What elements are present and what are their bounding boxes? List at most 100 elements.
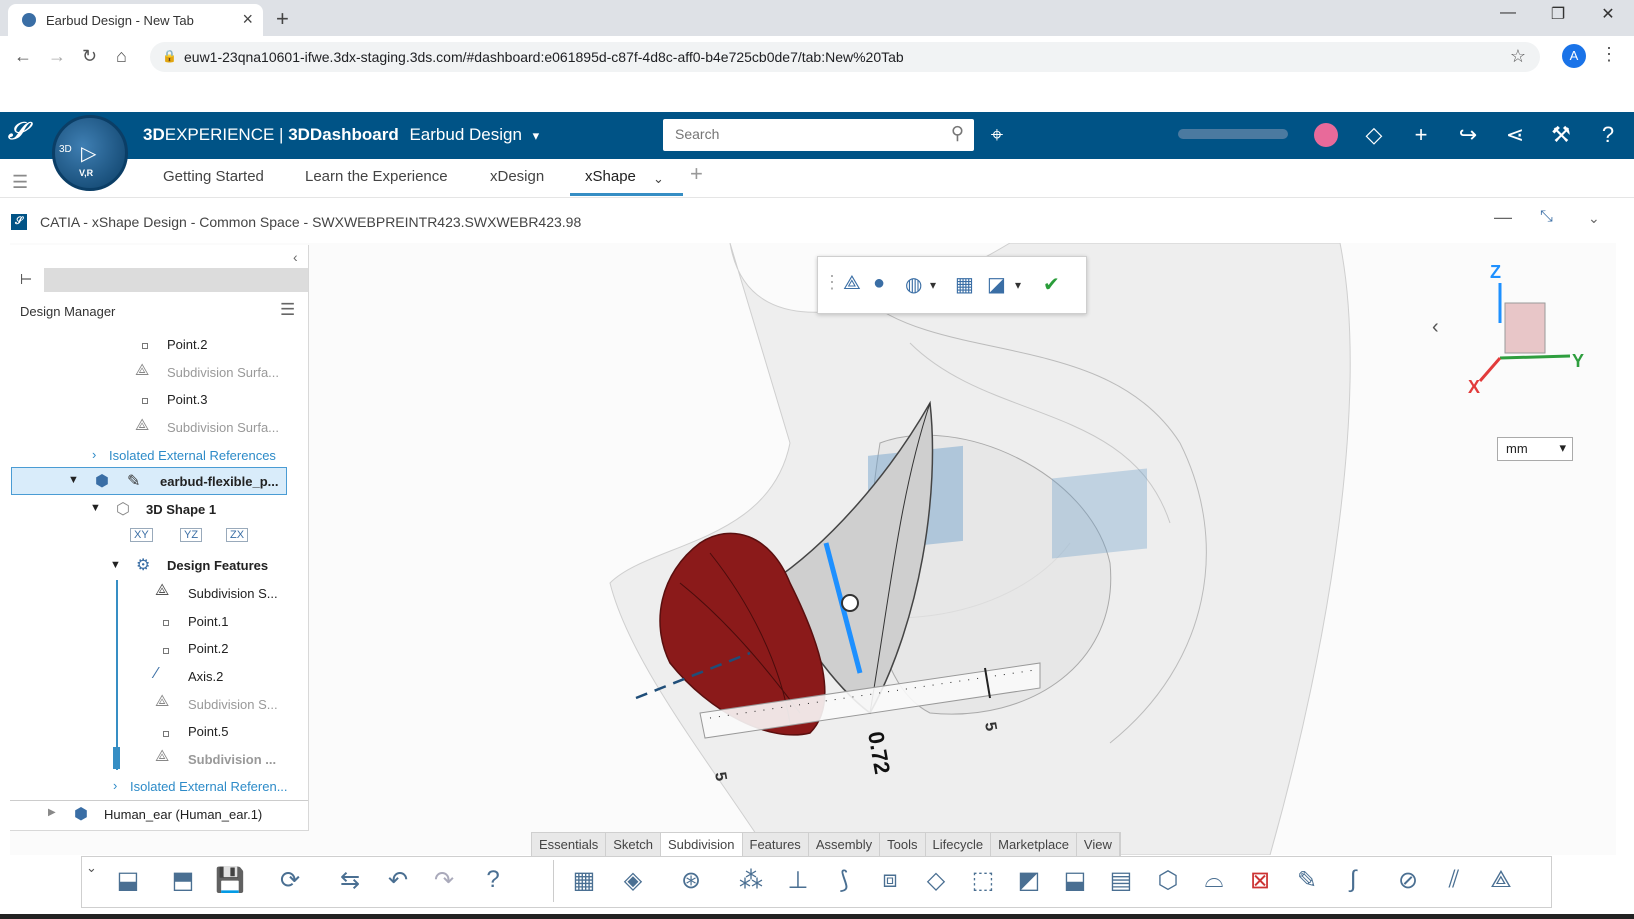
- tree-node-point-2[interactable]: Point.2: [167, 337, 207, 352]
- search-icon[interactable]: ⚲: [951, 123, 964, 144]
- sphere-icon[interactable]: ●: [873, 272, 885, 295]
- tree-node-subdivision-3[interactable]: Subdivision S...: [188, 586, 278, 601]
- chevron-left-icon[interactable]: ‹: [1432, 316, 1439, 338]
- tree-node-point-2b[interactable]: Point.2: [188, 641, 228, 656]
- bookmark-star-icon[interactable]: ☆: [1510, 46, 1526, 67]
- sweep-icon[interactable]: ∫: [1335, 866, 1371, 894]
- volume-icon[interactable]: ⬓: [1057, 866, 1093, 895]
- chevron-down-icon[interactable]: ▾: [533, 128, 540, 143]
- search-box[interactable]: ⚲: [663, 119, 974, 151]
- cube-icon[interactable]: ◈: [615, 866, 651, 895]
- save-icon[interactable]: 💾: [212, 866, 248, 895]
- globe-render-icon[interactable]: ◍: [905, 272, 922, 297]
- tag-icon[interactable]: ⌖: [982, 122, 1012, 148]
- address-bar[interactable]: 🔒 euw1-23qna10601-ifwe.3dx-staging.3ds.c…: [150, 42, 1540, 72]
- expand-triangle-icon[interactable]: ▶: [48, 807, 56, 818]
- cage-icon[interactable]: ⁂: [733, 866, 769, 895]
- panel-menu-icon[interactable]: ☰: [280, 300, 295, 320]
- tree-node-earbud[interactable]: earbud-flexible_p...: [160, 474, 278, 489]
- compass-widget[interactable]: 3D ▷ V,R: [52, 115, 128, 191]
- tree-node-point-5[interactable]: Point.5: [188, 724, 228, 739]
- forward-icon[interactable]: →: [48, 46, 66, 67]
- tree-node-3d-shape[interactable]: 3D Shape 1: [146, 502, 216, 517]
- sync-icon[interactable]: ⟳: [272, 866, 308, 895]
- unit-select[interactable]: mm ▾: [1497, 437, 1573, 461]
- profile-avatar[interactable]: A: [1562, 44, 1586, 68]
- home-icon[interactable]: ⌂: [116, 46, 127, 67]
- user-avatar[interactable]: [1314, 123, 1338, 147]
- delete-face-icon[interactable]: ⊠: [1242, 866, 1278, 895]
- restore-window-button[interactable]: ❐: [1535, 4, 1581, 24]
- side-menu-icon[interactable]: ☰: [12, 172, 28, 193]
- tree-node-isolated-refs-2[interactable]: Isolated External Referen...: [130, 779, 288, 794]
- mesh-icon[interactable]: ▦: [955, 272, 974, 297]
- tree-node-subdivision-5[interactable]: Subdivision ...: [188, 752, 276, 767]
- close-tab-icon[interactable]: ×: [242, 9, 253, 30]
- expand-triangle-icon[interactable]: ▼: [110, 559, 121, 571]
- subdivision-cage-icon[interactable]: ⟁: [843, 272, 861, 295]
- undo-icon[interactable]: ↶: [380, 866, 416, 895]
- close-window-button[interactable]: ✕: [1585, 4, 1631, 24]
- cmd-tab-assembly[interactable]: Assembly: [809, 833, 881, 856]
- cmd-tab-sketch[interactable]: Sketch: [606, 833, 661, 856]
- edit-face-icon[interactable]: ✎: [1289, 866, 1325, 895]
- mirror-icon[interactable]: ⊛: [673, 866, 709, 895]
- grid-icon[interactable]: ▦: [566, 866, 602, 895]
- dashboard-name[interactable]: Earbud Design: [409, 125, 521, 144]
- collapse-panel-icon[interactable]: ‹: [293, 249, 298, 265]
- minimize-app-icon[interactable]: —: [1494, 207, 1512, 228]
- knife-icon[interactable]: ⫽: [1436, 866, 1472, 894]
- disable-icon[interactable]: ⊘: [1390, 866, 1426, 895]
- reload-icon[interactable]: ↻: [82, 46, 97, 67]
- slab-icon[interactable]: ▤: [1103, 866, 1139, 895]
- share-arrow-icon[interactable]: ↪: [1453, 122, 1483, 148]
- tree-node-axis-2[interactable]: Axis.2: [188, 669, 223, 684]
- plane-yz-icon[interactable]: YZ: [180, 528, 203, 542]
- open-part-icon[interactable]: ⬒: [165, 866, 201, 895]
- browser-menu-icon[interactable]: ⋮: [1600, 44, 1618, 65]
- tab-xdesign[interactable]: xDesign: [490, 168, 544, 185]
- box-face-icon[interactable]: ⧈: [872, 866, 908, 894]
- manipulator-handle[interactable]: [841, 594, 859, 612]
- notification-icon[interactable]: ◇: [1359, 122, 1389, 148]
- compass-cube[interactable]: [1504, 302, 1546, 354]
- extrude-icon[interactable]: ⟆: [826, 866, 862, 895]
- plane-xy-icon[interactable]: XY: [130, 528, 153, 542]
- cmd-tab-features[interactable]: Features: [743, 833, 809, 856]
- expand-chevron-icon[interactable]: ›: [113, 778, 117, 793]
- cmd-tab-lifecycle[interactable]: Lifecycle: [926, 833, 992, 856]
- help-icon[interactable]: ?: [1593, 122, 1623, 148]
- surface-icon[interactable]: ◩: [1011, 866, 1047, 895]
- bridge-icon[interactable]: ⌓: [1196, 866, 1232, 894]
- validate-check-icon[interactable]: ✔: [1043, 272, 1060, 297]
- bounding-box-icon[interactable]: ⬚: [965, 866, 1001, 895]
- help-circle-icon[interactable]: ?: [475, 866, 511, 894]
- swap-icon[interactable]: ⇆: [332, 866, 368, 895]
- tree-node-design-features[interactable]: Design Features: [167, 558, 268, 573]
- expand-triangle-icon[interactable]: ▼: [90, 502, 101, 514]
- tree-node-subdivision-4[interactable]: Subdivision S...: [188, 697, 278, 712]
- tab-getting-started[interactable]: Getting Started: [163, 168, 264, 185]
- symmetry-icon[interactable]: ⟁: [1483, 866, 1519, 894]
- cmd-tab-subdivision[interactable]: Subdivision: [661, 833, 743, 856]
- tree-node-subdivision-2[interactable]: Subdivision Surfa...: [167, 420, 279, 435]
- compass-tools-icon[interactable]: ⚒: [1546, 122, 1576, 148]
- expand-triangle-icon[interactable]: ▼: [68, 474, 79, 486]
- app-options-chevron-icon[interactable]: ⌄: [1588, 210, 1600, 227]
- url-text[interactable]: euw1-23qna10601-ifwe.3dx-staging.3ds.com…: [184, 49, 904, 65]
- cmd-tab-tools[interactable]: Tools: [880, 833, 926, 856]
- action-bar-toggle-icon[interactable]: ⌄: [86, 860, 97, 876]
- tree-node-subdivision-1[interactable]: Subdivision Surfa...: [167, 365, 279, 380]
- curve-dropdown-icon[interactable]: ▾: [1015, 278, 1021, 292]
- tab-menu-chevron-icon[interactable]: ⌄: [653, 171, 664, 187]
- expand-chevron-icon[interactable]: ›: [92, 447, 96, 462]
- new-part-icon[interactable]: ⬓: [110, 866, 146, 895]
- curve-icon[interactable]: ◪: [987, 272, 1006, 297]
- tree-tab-structure[interactable]: ⊢: [10, 268, 44, 292]
- cmd-tab-view[interactable]: View: [1077, 833, 1120, 856]
- redo-icon[interactable]: ↷: [426, 866, 462, 895]
- share-network-icon[interactable]: ⋖: [1500, 122, 1530, 148]
- cmd-tab-essentials[interactable]: Essentials: [532, 833, 607, 856]
- drag-handle-icon[interactable]: ⋮: [823, 272, 841, 293]
- face-icon[interactable]: ◇: [918, 866, 954, 895]
